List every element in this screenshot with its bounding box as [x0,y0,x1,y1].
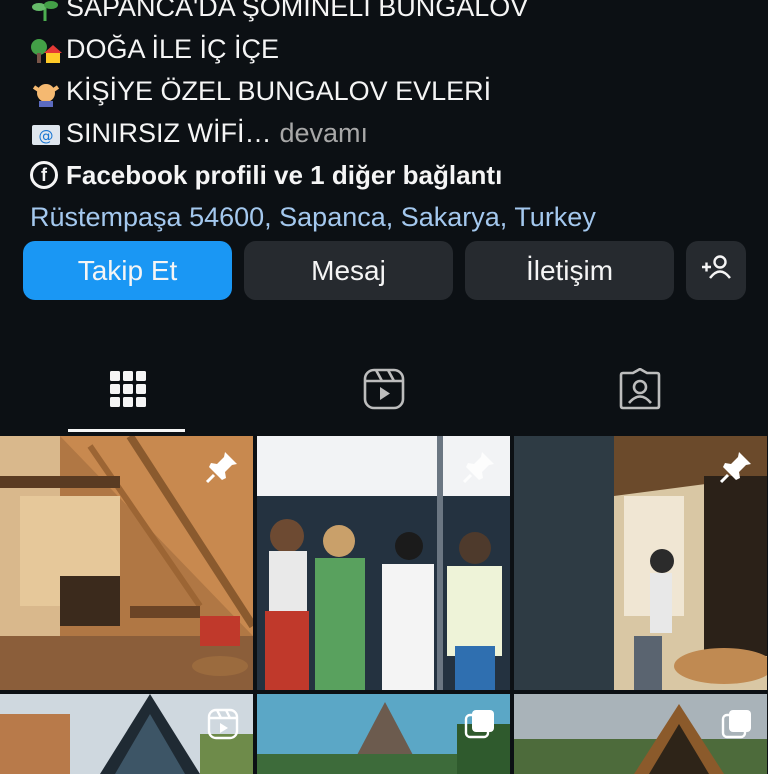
facebook-icon: f [30,161,58,189]
profile-bio: SAPANCA'DA ŞÖMİNELİ BUNGALOV DOĞA İLE İÇ… [30,0,750,238]
pin-icon [719,450,753,489]
bio-text-0: SAPANCA'DA ŞÖMİNELİ BUNGALOV [66,0,529,22]
tab-tagged[interactable] [512,350,768,432]
post-thumbnail-3[interactable] [514,436,767,690]
pin-icon [205,450,239,489]
suggest-users-button[interactable] [686,241,746,300]
bio-line-2: KİŞİYE ÖZEL BUNGALOV EVLERİ [30,70,750,112]
carousel-icon [721,708,753,745]
plant-icon [30,0,62,21]
message-button[interactable]: Mesaj [244,241,453,300]
location-text[interactable]: Rüstempaşa 54600, Sapanca, Sakarya, Turk… [30,196,596,238]
profile-tabs [0,350,768,432]
post-grid [0,436,768,774]
more-link[interactable]: devamı [280,112,369,154]
massage-person-icon [30,77,62,107]
bio-line-0: SAPANCA'DA ŞÖMİNELİ BUNGALOV [30,0,750,28]
post-thumbnail-4[interactable] [0,694,253,774]
bio-line-1: DOĞA İLE İÇ İÇE [30,28,750,70]
bio-line-3: @ SINIRSIZ WİFİ… devamı [30,112,750,154]
email-icon: @ [30,119,62,147]
links-text[interactable]: Facebook profili ve 1 diğer bağlantı [66,154,502,196]
grid-icon [109,370,147,413]
house-tree-icon [30,35,62,63]
reel-icon [207,708,239,745]
location-link[interactable]: Rüstempaşa 54600, Sapanca, Sakarya, Turk… [30,196,750,238]
post-thumbnail-2[interactable] [257,436,510,690]
post-thumbnail-5[interactable] [257,694,510,774]
reels-icon [363,368,405,415]
post-thumbnail-6[interactable] [514,694,767,774]
tab-grid[interactable] [0,350,256,432]
tab-reels[interactable] [256,350,512,432]
bio-text-2: KİŞİYE ÖZEL BUNGALOV EVLERİ [66,76,492,106]
svg-text:@: @ [39,127,54,145]
contact-button[interactable]: İletişim [465,241,674,300]
bio-text-1: DOĞA İLE İÇ İÇE [66,34,280,64]
profile-actions: Takip Et Mesaj İletişim [23,241,746,300]
add-person-icon [700,253,732,288]
tagged-icon [619,367,661,415]
carousel-icon [464,708,496,745]
follow-button[interactable]: Takip Et [23,241,232,300]
post-thumbnail-1[interactable] [0,436,253,690]
pin-icon [462,450,496,489]
bio-links[interactable]: f Facebook profili ve 1 diğer bağlantı [30,154,750,196]
bio-text-3: SINIRSIZ WİFİ… [66,118,272,148]
